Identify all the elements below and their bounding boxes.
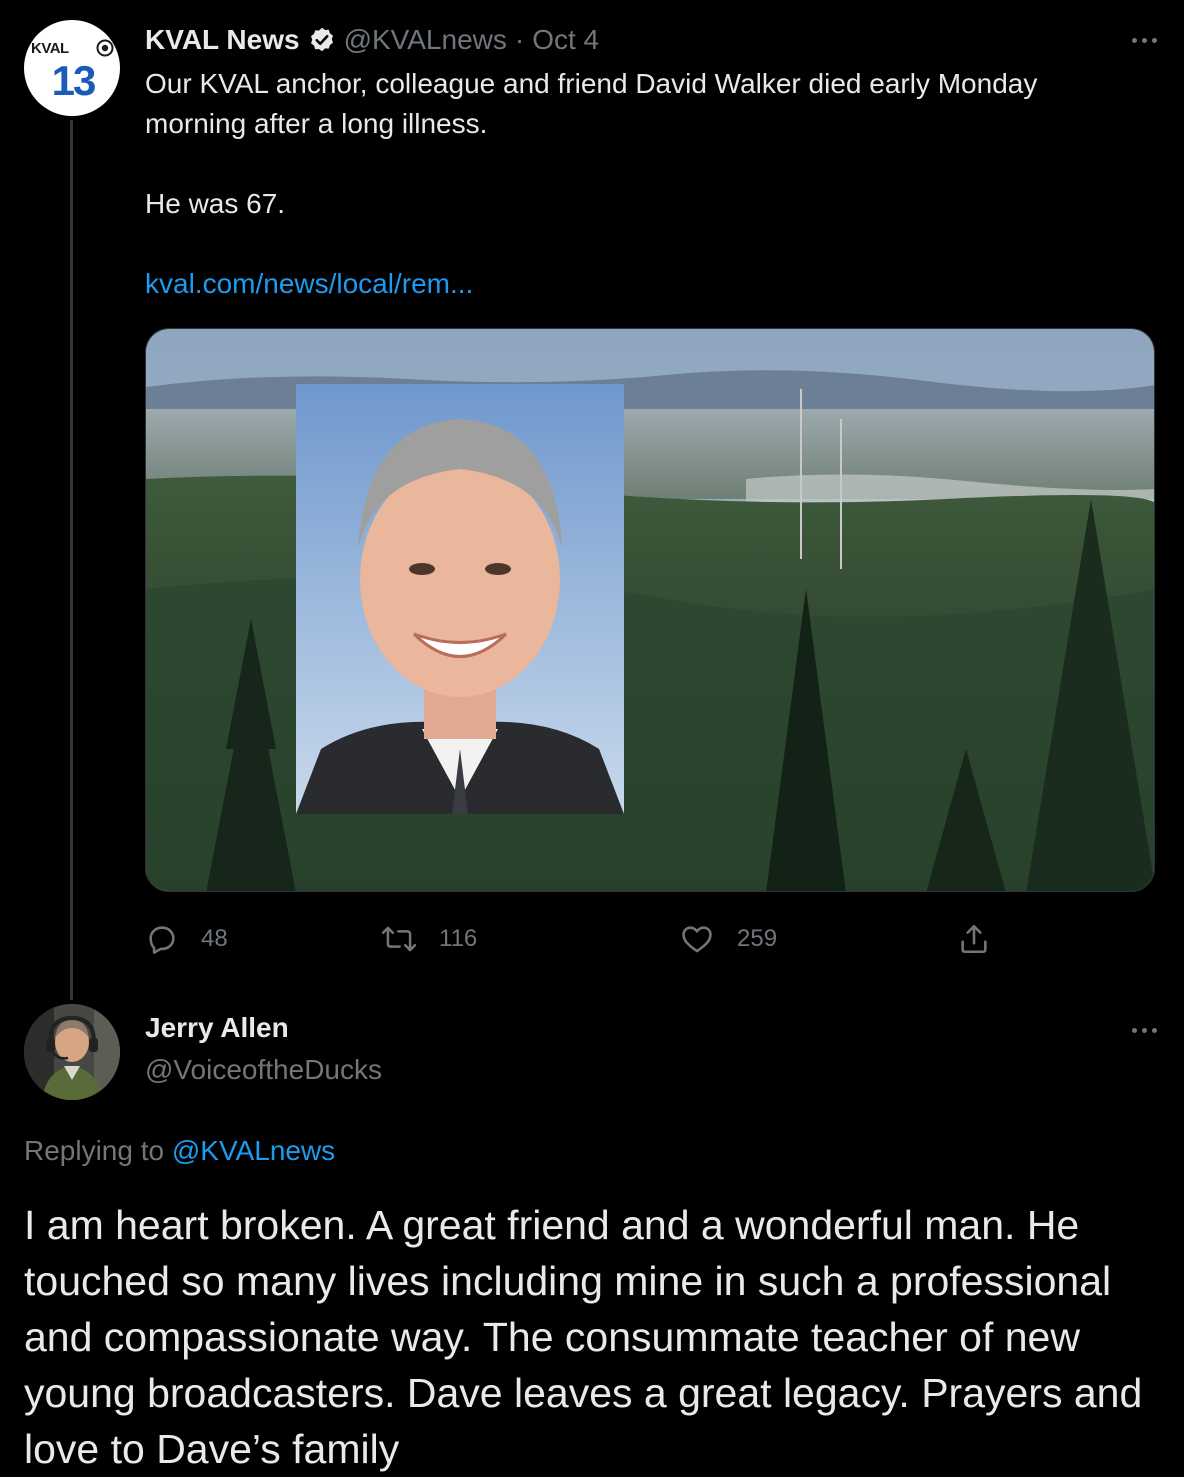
kval-avatar[interactable]: KVAL 13 — [24, 20, 120, 116]
tweet-media-image[interactable] — [145, 328, 1155, 892]
tweet-text: Our KVAL anchor, colleague and friend Da… — [145, 64, 1145, 304]
thread-connector-line — [70, 120, 73, 1000]
avatar-logo-text: KVAL — [31, 40, 69, 57]
reply-tweet: Jerry Allen @VoiceoftheDucks Replying to… — [0, 982, 1184, 1476]
like-button[interactable]: 259 — [679, 918, 777, 960]
more-icon[interactable] — [1126, 24, 1162, 56]
verified-badge-icon — [308, 26, 336, 54]
replying-to-prefix: Replying to — [24, 1135, 165, 1166]
tweet-link[interactable]: kval.com/news/local/rem... — [145, 268, 473, 299]
author-name[interactable]: KVAL News — [145, 24, 300, 56]
jerry-avatar[interactable] — [24, 1004, 120, 1100]
retweet-button[interactable]: 116 — [381, 918, 477, 960]
replying-to-line: Replying to @KVALnews — [24, 1135, 335, 1167]
tweet-header: KVAL News @KVALnews · Oct 4 — [145, 22, 599, 58]
share-button[interactable] — [957, 918, 991, 960]
reply-icon — [149, 926, 175, 954]
header-separator: · — [514, 24, 525, 55]
more-icon[interactable] — [1126, 1014, 1162, 1046]
reply-button[interactable]: 48 — [145, 918, 228, 960]
cbs-eye-icon — [96, 39, 114, 57]
landscape-photo — [146, 329, 1154, 891]
share-icon — [961, 924, 987, 954]
retweet-count: 116 — [439, 925, 478, 952]
reply-author-handle[interactable]: @VoiceoftheDucks — [145, 1054, 382, 1086]
reply-count: 48 — [201, 925, 228, 952]
tweet-text-paragraph: Our KVAL anchor, colleague and friend Da… — [145, 68, 1038, 139]
main-tweet: KVAL 13 KVAL News @KVALnews · Oct 4 Our … — [0, 0, 1184, 1000]
like-count: 259 — [737, 925, 778, 952]
heart-icon — [682, 926, 712, 953]
tweet-date[interactable]: Oct 4 — [532, 24, 599, 56]
reply-text: I am heart broken. A great friend and a … — [24, 1202, 1143, 1472]
reply-author-name[interactable]: Jerry Allen — [145, 1012, 289, 1044]
retweet-icon — [381, 926, 417, 952]
avatar-channel-number: 13 — [51, 57, 97, 104]
tweet-actions: 48 116 259 — [145, 918, 1005, 960]
tweet-text-paragraph: He was 67. — [145, 188, 286, 219]
author-handle[interactable]: @KVALnews — [344, 24, 507, 56]
avatar-photo — [24, 1004, 120, 1100]
replying-to-mention[interactable]: @KVALnews — [172, 1135, 335, 1166]
